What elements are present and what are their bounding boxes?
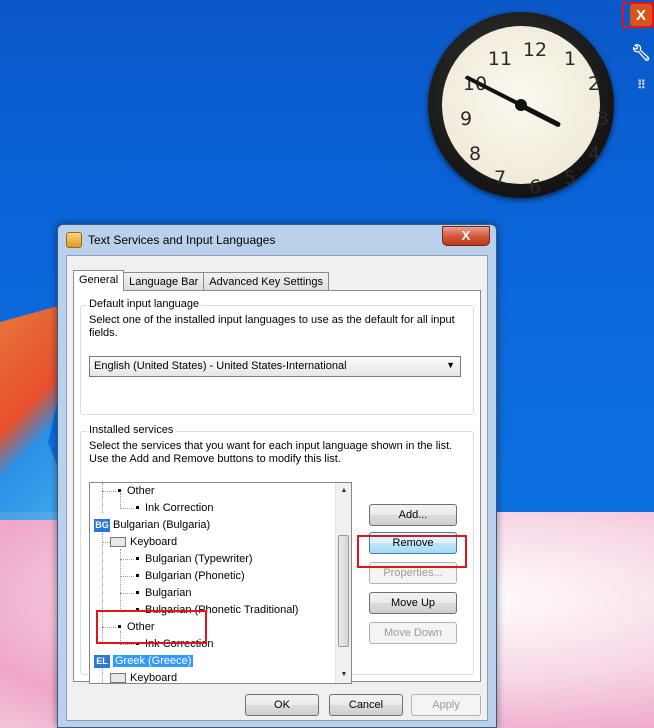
remove-button[interactable]: Remove	[369, 532, 457, 554]
dialog-client: General Language Bar Advanced Key Settin…	[66, 255, 488, 721]
installed-services-label: Installed services	[87, 424, 176, 436]
tree-item-ink-correction-2[interactable]: Ink Correction	[136, 636, 213, 653]
grip-icon[interactable]: ⠿	[630, 74, 652, 96]
general-tab-panel: Default input language Select one of the…	[73, 290, 481, 684]
default-language-group: Default input language Select one of the…	[80, 298, 474, 415]
tree-connector	[120, 559, 134, 560]
ok-button[interactable]: OK	[245, 694, 319, 716]
installed-services-group: Installed services Select the services t…	[80, 424, 474, 684]
tree-item-bulgarian-phonetic[interactable]: Bulgarian (Phonetic)	[136, 568, 245, 585]
gadget-close-button[interactable]: X	[630, 4, 652, 26]
tab-language-bar[interactable]: Language Bar	[123, 272, 205, 291]
default-language-value: English (United States) - United States-…	[94, 360, 347, 372]
clock-number-3: 3	[596, 108, 610, 130]
tree-connector	[102, 491, 116, 492]
services-tree[interactable]: Other Ink Correction BG Bulgarian (Bulgar…	[89, 482, 352, 684]
keyboard-app-icon	[66, 232, 82, 248]
keyboard-icon	[110, 673, 126, 683]
clock-number-8: 8	[468, 143, 482, 165]
tree-item-bulgarian-typewriter[interactable]: Bulgarian (Typewriter)	[136, 551, 253, 568]
tree-item-keyboard-2[interactable]: Keyboard	[110, 670, 177, 683]
clock-number-9: 9	[459, 108, 473, 130]
apply-button[interactable]: Apply	[411, 694, 481, 716]
gadget-toolbar: X 🔧︎ ⠿	[624, 0, 654, 110]
dialog-close-button[interactable]: X	[442, 226, 490, 246]
wrench-icon[interactable]: 🔧︎	[630, 42, 652, 64]
tree-item-ink-correction[interactable]: Ink Correction	[136, 500, 213, 517]
scroll-down-icon[interactable]: ▼	[336, 667, 351, 683]
tree-item-bulgarian-bulgaria[interactable]: BG Bulgarian (Bulgaria)	[94, 517, 210, 534]
tree-connector	[102, 627, 116, 628]
tree-connector	[120, 508, 134, 509]
default-language-label: Default input language	[87, 298, 202, 310]
clock-gadget[interactable]: 12 1 2 3 4 5 6 7 8 9 10 11	[428, 12, 614, 198]
clock-number-12: 12	[522, 39, 548, 61]
tree-item-keyboard[interactable]: Keyboard	[110, 534, 177, 551]
properties-button[interactable]: Properties...	[369, 562, 457, 584]
clock-number-6: 6	[528, 176, 542, 198]
tab-general[interactable]: General	[73, 270, 125, 291]
tree-item-bulgarian[interactable]: Bulgarian	[136, 585, 191, 602]
tree-item-other[interactable]: Other	[118, 483, 155, 500]
scroll-up-icon[interactable]: ▲	[336, 483, 351, 499]
tree-connector	[102, 483, 103, 513]
tree-connector	[120, 576, 134, 577]
tree-connector	[120, 644, 134, 645]
tab-strip: General Language Bar Advanced Key Settin…	[73, 270, 330, 291]
tree-scrollbar[interactable]: ▲ ▼	[335, 483, 351, 683]
tree-item-bulgarian-phonetic-traditional[interactable]: Bulgarian (Phonetic Traditional)	[136, 602, 298, 619]
clock-number-7: 7	[493, 167, 507, 189]
tree-item-greek-greece[interactable]: EL Greek (Greece)	[94, 653, 194, 670]
dialog-titlebar[interactable]: Text Services and Input Languages X	[58, 225, 496, 255]
move-up-button[interactable]: Move Up	[369, 592, 457, 614]
clock-number-11: 11	[487, 48, 513, 70]
chevron-down-icon: ▼	[446, 360, 455, 370]
add-button[interactable]: Add...	[369, 504, 457, 526]
dialog-title: Text Services and Input Languages	[88, 233, 276, 247]
clock-number-2: 2	[587, 73, 601, 95]
tab-advanced-key-settings[interactable]: Advanced Key Settings	[203, 272, 330, 291]
default-language-dropdown[interactable]: English (United States) - United States-…	[89, 356, 461, 377]
close-icon: X	[635, 6, 646, 24]
tree-connector	[120, 610, 134, 611]
default-language-description: Select one of the installed input langua…	[89, 314, 455, 339]
language-badge-bg: BG	[94, 518, 110, 532]
keyboard-icon	[110, 537, 126, 548]
clock-hub	[515, 99, 527, 111]
installed-services-description: Select the services that you want for ea…	[89, 440, 453, 465]
cancel-button[interactable]: Cancel	[329, 694, 403, 716]
scrollbar-thumb[interactable]	[338, 535, 349, 647]
tree-item-other-2[interactable]: Other	[118, 619, 155, 636]
move-down-button[interactable]: Move Down	[369, 622, 457, 644]
tree-connector	[120, 593, 134, 594]
clock-number-5: 5	[563, 167, 577, 189]
clock-number-4: 4	[587, 143, 601, 165]
language-badge-el: EL	[94, 654, 110, 668]
text-services-dialog: Text Services and Input Languages X Gene…	[57, 224, 497, 728]
clock-number-1: 1	[563, 48, 577, 70]
